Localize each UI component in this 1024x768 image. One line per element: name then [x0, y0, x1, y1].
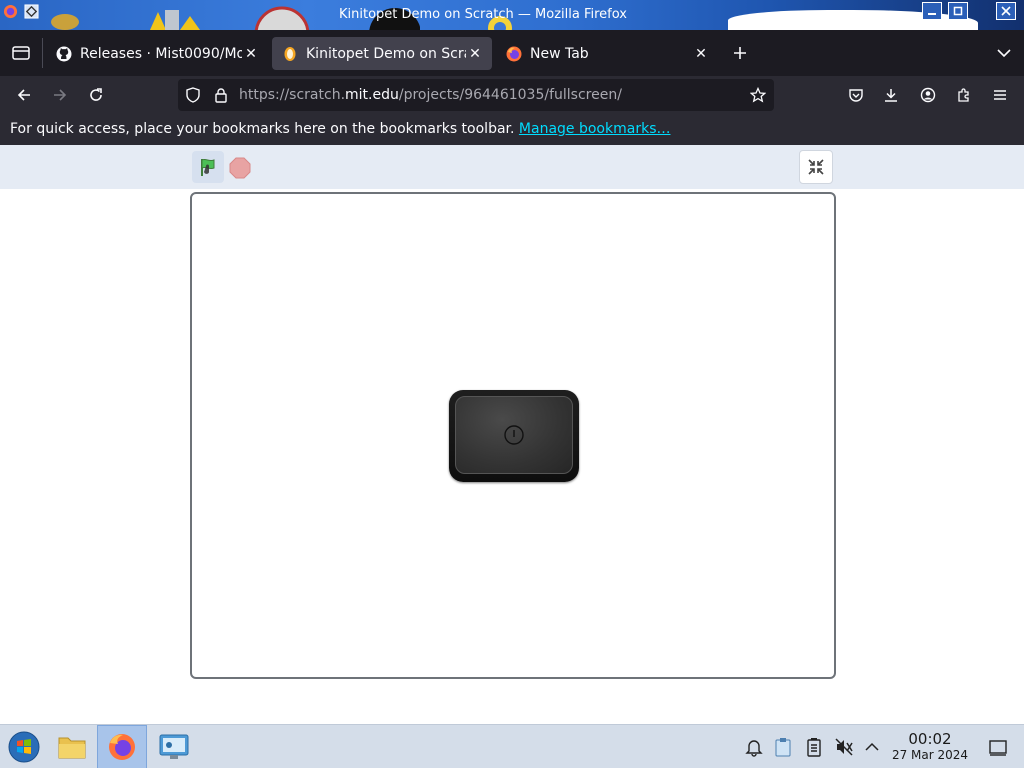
bookmark-star-icon[interactable] — [750, 87, 766, 103]
firefox-taskbar-item[interactable] — [97, 725, 147, 768]
pocket-button[interactable] — [842, 81, 870, 109]
navigation-toolbar: https://scratch.mit.edu/projects/9644610… — [0, 76, 1024, 114]
list-all-tabs-button[interactable] — [990, 38, 1018, 68]
tab-label: Releases · Mist0090/Mon — [80, 45, 242, 62]
url-text[interactable]: https://scratch.mit.edu/projects/9644610… — [239, 87, 622, 103]
control-panel-taskbar-item[interactable] — [150, 725, 198, 768]
downloads-button[interactable] — [877, 81, 905, 109]
green-flag-button[interactable] — [192, 151, 224, 183]
maximize-icon — [953, 6, 963, 16]
notifications-tray-icon[interactable] — [742, 735, 766, 759]
tab-label: Kinitopet Demo on Scratch — [306, 45, 466, 62]
firefox-view-button[interactable] — [0, 30, 42, 76]
firefox-view-icon — [12, 46, 30, 60]
download-icon — [885, 89, 897, 102]
scratch-icon — [282, 46, 298, 62]
control-panel-icon — [159, 734, 189, 759]
taskbar-clock[interactable]: 00:02 27 Mar 2024 — [886, 731, 974, 763]
reload-button[interactable] — [82, 81, 110, 109]
extensions-button[interactable] — [950, 81, 978, 109]
lock-icon[interactable] — [213, 87, 229, 103]
close-window-button[interactable] — [996, 2, 1016, 20]
volume-muted-icon[interactable] — [832, 735, 856, 759]
tab-close-icon[interactable]: ✕ — [242, 46, 260, 62]
folder-icon — [58, 737, 86, 759]
show-desktop-icon[interactable] — [986, 735, 1010, 759]
url-path: /projects/964461035/fullscreen/ — [398, 87, 622, 103]
firefox-icon — [109, 734, 135, 760]
tab-kinitopet[interactable]: Kinitopet Demo on Scratch ✕ — [272, 37, 492, 70]
plus-icon — [734, 47, 746, 59]
device-face — [455, 396, 573, 474]
firefox-icon — [506, 46, 522, 62]
bookmarks-toolbar: For quick access, place your bookmarks h… — [0, 114, 1024, 145]
forward-button[interactable] — [46, 81, 74, 109]
hamburger-menu-icon — [994, 90, 1006, 100]
scratch-stage[interactable] — [190, 192, 836, 679]
account-icon — [920, 87, 936, 103]
url-prefix: https://scratch. — [239, 87, 346, 103]
tab-close-icon[interactable]: ✕ — [692, 46, 710, 62]
exit-fullscreen-icon — [808, 159, 824, 175]
power-icon[interactable] — [503, 424, 525, 446]
stop-button[interactable] — [229, 157, 251, 179]
start-orb-icon — [8, 731, 40, 763]
clipboard-tray-icon[interactable] — [771, 735, 795, 759]
forward-arrow-icon — [54, 89, 67, 101]
url-host: mit.edu — [345, 87, 399, 103]
battery-tray-icon[interactable] — [802, 735, 826, 759]
tab-separator — [42, 38, 43, 68]
new-tab-button[interactable] — [726, 38, 754, 68]
back-arrow-icon — [17, 89, 30, 101]
tab-new-tab[interactable]: New Tab ✕ — [496, 37, 718, 70]
window-title: Kinitopet Demo on Scratch — Mozilla Fire… — [338, 7, 627, 22]
tracking-protection-shield-icon[interactable] — [185, 87, 201, 103]
scratch-controls-bar — [0, 145, 1024, 189]
puzzle-icon — [958, 88, 969, 102]
kinitopet-device-sprite[interactable] — [449, 390, 579, 482]
window-titlebar: Kinitopet Demo on Scratch — Mozilla Fire… — [0, 0, 1024, 30]
manage-bookmarks-link[interactable]: Manage bookmarks… — [519, 121, 671, 137]
taskbar: 00:02 27 Mar 2024 — [0, 724, 1024, 768]
minimize-button[interactable] — [922, 2, 942, 20]
clock-time: 00:02 — [908, 730, 952, 748]
url-bar[interactable]: https://scratch.mit.edu/projects/9644610… — [178, 79, 774, 111]
app-menu-button[interactable] — [986, 81, 1014, 109]
github-icon — [56, 46, 72, 62]
pocket-icon — [849, 89, 863, 102]
minimize-icon — [928, 13, 936, 15]
stop-sign-icon — [229, 157, 251, 179]
close-icon — [1001, 6, 1011, 16]
start-button[interactable] — [0, 725, 48, 768]
green-flag-icon — [201, 158, 215, 176]
chevron-up-icon[interactable] — [860, 735, 884, 759]
clock-date: 27 Mar 2024 — [891, 748, 969, 762]
tab-close-icon[interactable]: ✕ — [466, 46, 484, 62]
tab-strip: Releases · Mist0090/Mon ✕ Kinitopet Demo… — [0, 30, 1024, 76]
account-button[interactable] — [914, 81, 942, 109]
exit-fullscreen-button[interactable] — [799, 150, 833, 184]
chevron-down-icon — [997, 49, 1011, 58]
tab-label: New Tab — [530, 45, 589, 62]
bookmarks-message: For quick access, place your bookmarks h… — [10, 121, 519, 137]
maximize-button[interactable] — [948, 2, 968, 20]
file-manager-taskbar-item[interactable] — [48, 725, 96, 768]
tab-releases[interactable]: Releases · Mist0090/Mon ✕ — [46, 37, 268, 70]
reload-icon — [90, 88, 102, 101]
back-button[interactable] — [10, 81, 38, 109]
